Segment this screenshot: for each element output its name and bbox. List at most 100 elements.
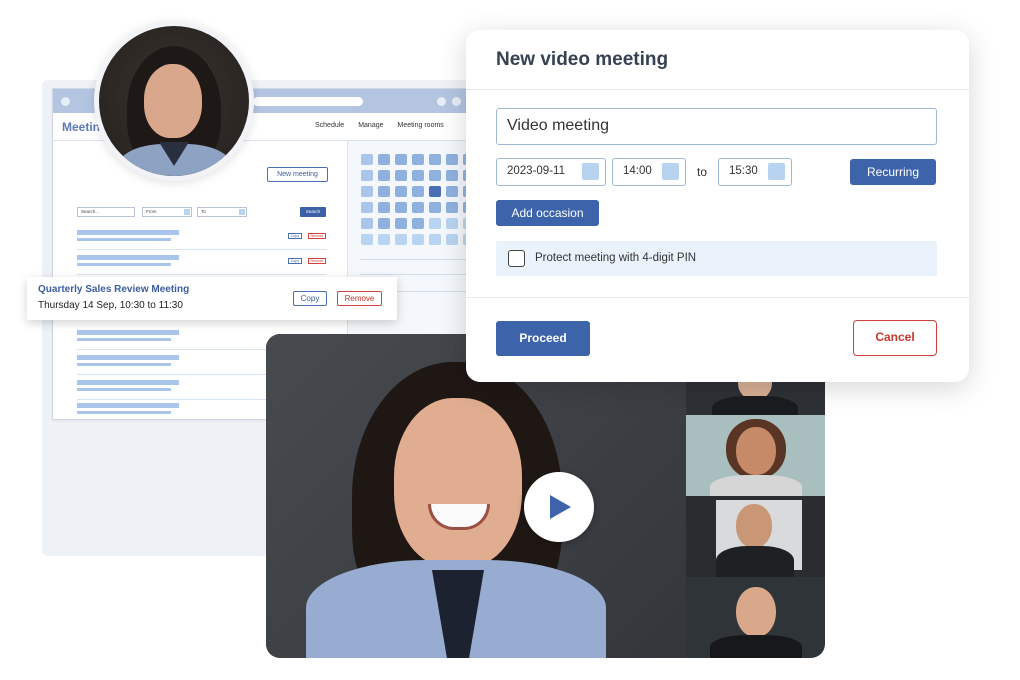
date-value: 2023-09-11 bbox=[507, 165, 565, 177]
participant-body bbox=[712, 396, 798, 415]
calendar-cell bbox=[412, 170, 424, 181]
main-video[interactable] bbox=[266, 334, 686, 658]
meeting-name-input[interactable]: Video meeting bbox=[496, 108, 937, 145]
calendar-icon[interactable] bbox=[582, 163, 599, 180]
search-field[interactable]: Search... bbox=[77, 207, 135, 217]
row-subtitle-placeholder bbox=[77, 411, 171, 414]
remove-button[interactable]: Remove bbox=[337, 291, 382, 306]
play-icon bbox=[550, 495, 571, 519]
meeting-card[interactable]: Quarterly Sales Review Meeting Thursday … bbox=[27, 277, 397, 320]
new-meeting-dialog: New video meeting Video meeting 2023-09-… bbox=[466, 30, 969, 382]
calendar-cell bbox=[446, 234, 458, 245]
url-bar bbox=[253, 97, 363, 106]
add-occasion-button[interactable]: Add occasion bbox=[496, 200, 599, 226]
calendar-icon bbox=[239, 209, 245, 215]
proceed-button[interactable]: Proceed bbox=[496, 321, 590, 356]
cancel-button[interactable]: Cancel bbox=[853, 320, 937, 356]
to-field[interactable]: To bbox=[197, 207, 247, 217]
calendar-cell bbox=[395, 218, 407, 229]
row-subtitle-placeholder bbox=[77, 238, 171, 241]
nav-links: Schedule Manage Meeting rooms bbox=[315, 122, 444, 129]
pin-checkbox[interactable] bbox=[508, 250, 525, 267]
participant-face bbox=[736, 587, 776, 637]
app-brand: Meetin bbox=[62, 120, 101, 134]
calendar-cell bbox=[378, 154, 390, 165]
calendar-cell bbox=[395, 154, 407, 165]
pin-option-row[interactable]: Protect meeting with 4-digit PIN bbox=[496, 241, 937, 276]
participant-thumbnail[interactable] bbox=[686, 380, 825, 415]
calendar-cell bbox=[446, 202, 458, 213]
calendar-cell bbox=[378, 218, 390, 229]
calendar-cell bbox=[378, 186, 390, 197]
meeting-title[interactable]: Quarterly Sales Review Meeting bbox=[38, 284, 189, 295]
list-item[interactable]: Copy Remove bbox=[77, 255, 327, 275]
window-dot bbox=[437, 97, 446, 106]
row-copy-button[interactable]: Copy bbox=[288, 258, 302, 264]
to-label: To bbox=[201, 209, 206, 214]
calendar-cell bbox=[361, 218, 373, 229]
calendar-cell bbox=[412, 154, 424, 165]
calendar-icon bbox=[184, 209, 190, 215]
dialog-title: New video meeting bbox=[496, 49, 669, 70]
row-title-placeholder bbox=[77, 330, 179, 335]
calendar-cell bbox=[395, 186, 407, 197]
participant-thumbnail[interactable] bbox=[686, 415, 825, 496]
row-remove-button[interactable]: Remove bbox=[308, 233, 326, 239]
participant-thumbnail[interactable] bbox=[686, 577, 825, 658]
from-label: From bbox=[146, 209, 157, 214]
to-label: to bbox=[697, 165, 708, 179]
divider bbox=[466, 89, 969, 90]
calendar-cell bbox=[378, 202, 390, 213]
calendar-cell bbox=[361, 170, 373, 181]
row-remove-button[interactable]: Remove bbox=[308, 258, 326, 264]
row-title-placeholder bbox=[77, 403, 179, 408]
calendar-cell bbox=[395, 202, 407, 213]
participant-face bbox=[736, 427, 776, 475]
calendar-cell bbox=[429, 202, 441, 213]
participant-thumbnail[interactable] bbox=[686, 496, 825, 577]
calendar-cell bbox=[361, 234, 373, 245]
end-time-value: 15:30 bbox=[729, 165, 758, 177]
clock-icon[interactable] bbox=[768, 163, 785, 180]
row-title-placeholder bbox=[77, 380, 179, 385]
row-copy-button[interactable]: Copy bbox=[288, 233, 302, 239]
participant-body bbox=[716, 546, 794, 577]
calendar-cell bbox=[395, 170, 407, 181]
end-time-field[interactable]: 15:30 bbox=[718, 158, 792, 186]
calendar-cell bbox=[429, 186, 441, 197]
participant-body bbox=[710, 635, 802, 658]
user-avatar-photo bbox=[94, 21, 254, 181]
nav-schedule[interactable]: Schedule bbox=[315, 122, 344, 129]
nav-meeting-rooms[interactable]: Meeting rooms bbox=[398, 122, 444, 129]
calendar-cell bbox=[446, 218, 458, 229]
calendar-cell bbox=[429, 234, 441, 245]
meeting-time: Thursday 14 Sep, 10:30 to 11:30 bbox=[38, 300, 183, 311]
speaker-face bbox=[394, 398, 522, 568]
start-time-value: 14:00 bbox=[623, 165, 652, 177]
calendar-cell bbox=[446, 170, 458, 181]
clock-icon[interactable] bbox=[662, 163, 679, 180]
recurring-button[interactable]: Recurring bbox=[850, 159, 936, 185]
play-button[interactable] bbox=[524, 472, 594, 542]
calendar-cell bbox=[361, 202, 373, 213]
participant-face bbox=[736, 504, 772, 548]
calendar-cell bbox=[378, 170, 390, 181]
calendar-cell bbox=[429, 154, 441, 165]
row-subtitle-placeholder bbox=[77, 363, 171, 366]
new-meeting-button[interactable]: New meeting bbox=[267, 167, 328, 182]
date-field[interactable]: 2023-09-11 bbox=[496, 158, 606, 186]
list-item[interactable]: Copy Remove bbox=[77, 230, 327, 250]
search-button[interactable]: Search bbox=[300, 207, 326, 217]
row-subtitle-placeholder bbox=[77, 263, 171, 266]
calendar-cell bbox=[361, 154, 373, 165]
calendar-cell bbox=[395, 234, 407, 245]
calendar-cell bbox=[361, 186, 373, 197]
from-field[interactable]: From bbox=[142, 207, 192, 217]
calendar-cell bbox=[429, 218, 441, 229]
row-title-placeholder bbox=[77, 355, 179, 360]
nav-manage[interactable]: Manage bbox=[358, 122, 383, 129]
start-time-field[interactable]: 14:00 bbox=[612, 158, 686, 186]
window-dot bbox=[61, 97, 70, 106]
calendar-cell bbox=[446, 154, 458, 165]
copy-button[interactable]: Copy bbox=[293, 291, 327, 306]
